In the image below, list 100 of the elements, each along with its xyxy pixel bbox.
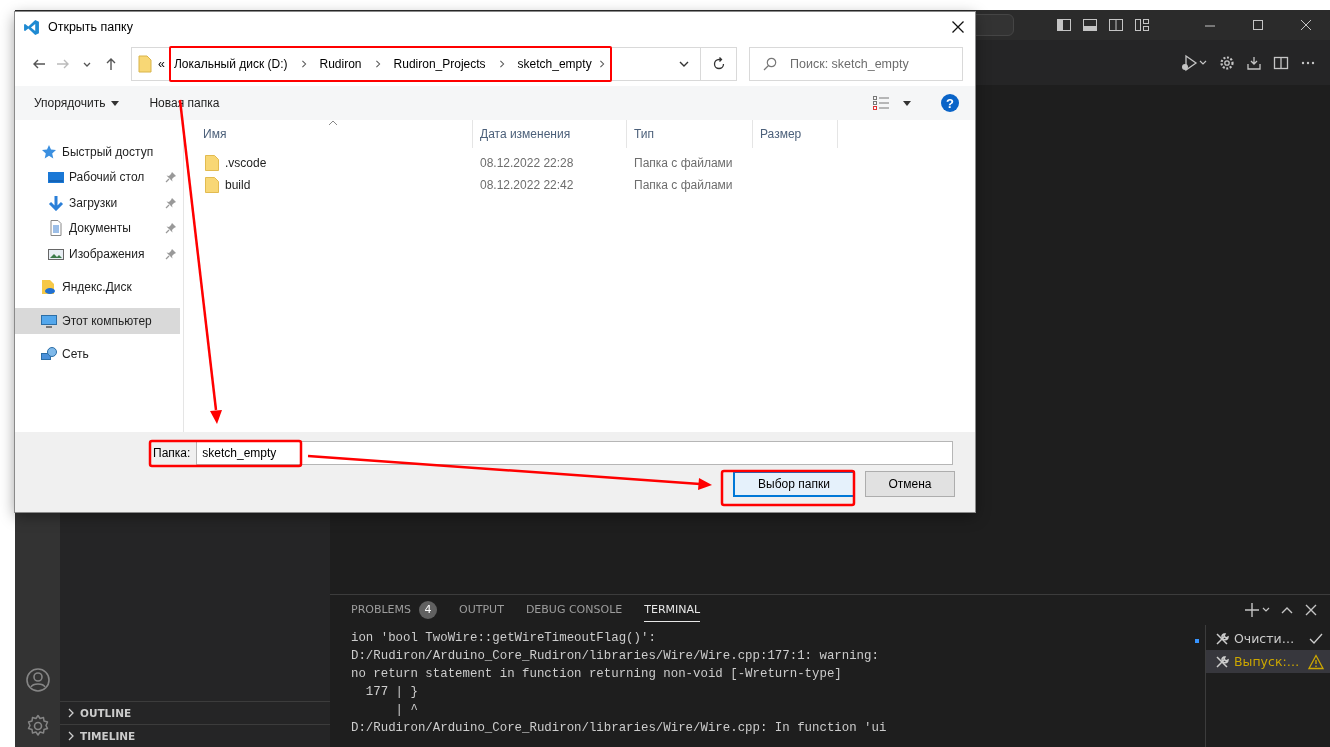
nav-item[interactable]: Сеть [15, 341, 183, 367]
close-icon[interactable] [951, 20, 965, 34]
file-name[interactable]: .vscode [184, 155, 473, 171]
tools-icon [1214, 630, 1230, 647]
computer-icon [41, 312, 57, 329]
breadcrumb-item[interactable]: Rudiron_Projects [393, 57, 486, 71]
document-icon [48, 220, 64, 237]
monitor-icon [48, 169, 64, 186]
breadcrumb-item[interactable]: sketch_empty [517, 57, 592, 71]
folder-name-field[interactable]: sketch_empty [196, 441, 954, 465]
section-header[interactable]: OUTLINE [60, 701, 330, 724]
nav-label: Этот компьютер [62, 313, 152, 328]
dialog-button[interactable]: Отмена [865, 471, 955, 497]
panel-tab[interactable]: OUTPUT [459, 598, 504, 622]
nav-item[interactable]: Этот компьютер [15, 308, 180, 334]
dialog-button[interactable]: Выбор папки [733, 471, 855, 497]
down-arrow-icon [48, 194, 64, 211]
file-name-label: .vscode [225, 156, 267, 170]
breadcrumb-item[interactable]: Локальный диск (D:) [173, 57, 288, 71]
settings-icon[interactable] [1219, 54, 1235, 71]
warning-icon [1308, 653, 1324, 670]
terminal-line: no return statement in function returning non-void [-Wreturn-type] [351, 666, 842, 683]
task-label: Выпуск:… [1234, 654, 1300, 669]
date-cell-text: 08.12.2022 22:28 [479, 156, 575, 170]
sidebar-toggle-icon[interactable] [1056, 17, 1072, 33]
tab-label: DEBUG CONSOLE [525, 603, 623, 616]
search-icon [763, 57, 777, 71]
terminal-line: ion 'bool TwoWire::getWireTimeoutFlag()': [351, 630, 656, 647]
date-cell-text: 08.12.2022 22:42 [479, 178, 575, 192]
refresh-button[interactable] [701, 47, 737, 81]
dialog-title: Открыть папку [48, 20, 133, 34]
tab-label: PROBLEMS [351, 603, 412, 616]
chevron-right-icon [373, 59, 382, 69]
nav-item[interactable]: Рабочий стол [15, 164, 183, 190]
chevron-right-icon [66, 708, 76, 718]
nav-label: Загрузки [69, 195, 118, 210]
nav-item[interactable]: Быстрый доступ [15, 139, 183, 165]
terminal-line: | ^ [394, 702, 418, 719]
network-icon [41, 346, 57, 363]
breadcrumb-overflow[interactable]: « [158, 57, 165, 71]
nav-label: Сеть [62, 347, 89, 362]
panel-tab[interactable]: DEBUG CONSOLE [525, 598, 623, 622]
maximize-icon[interactable] [1251, 18, 1265, 32]
help-button[interactable]: ? [941, 94, 959, 112]
chevron-right-icon [497, 59, 506, 69]
panel-tab[interactable]: PROBLEMS 4 [351, 598, 438, 622]
nav-item[interactable]: Загрузки [15, 190, 183, 216]
chevron-right-icon [299, 59, 308, 69]
task-item[interactable]: Выпуск:… [1206, 650, 1330, 673]
split-layout-icon[interactable] [1108, 17, 1124, 33]
caret-icon [903, 100, 911, 106]
caret-icon [111, 100, 120, 106]
app-logo-icon [23, 18, 40, 36]
folder-icon [205, 177, 219, 193]
column-header[interactable]: Имя [184, 120, 473, 148]
view-options-button[interactable] [873, 96, 911, 110]
panel-tab[interactable]: TERMINAL [644, 598, 701, 622]
tab-label: OUTPUT [459, 603, 504, 616]
nav-label: Рабочий стол [69, 170, 145, 185]
chevron-right-icon [66, 731, 76, 741]
chevron-right-icon [597, 59, 606, 69]
nav-item[interactable]: Яндекс.Диск [15, 274, 183, 300]
organize-menu-button[interactable]: Упорядочить [34, 96, 120, 110]
type-cell-text: Папка с файлами [633, 156, 734, 170]
run-debug-icon[interactable] [1180, 53, 1208, 72]
nav-label: Документы [69, 221, 131, 236]
file-name-label: build [225, 178, 251, 192]
nav-label: Яндекс.Диск [62, 280, 132, 295]
tools-icon [1214, 653, 1230, 670]
refresh-icon [711, 57, 726, 71]
layout-grid-icon[interactable] [1134, 17, 1150, 33]
file-name[interactable]: build [184, 177, 473, 193]
nav-item[interactable]: Документы [15, 215, 183, 241]
terminal-line: D:/Rudiron/Arduino_Core_Rudiron/libraries/Wire/Wire.cpp:177:1: warning: [351, 648, 879, 665]
breadcrumb-item[interactable]: Rudiron [319, 57, 362, 71]
count-badge: 4 [419, 600, 438, 619]
nav-label: Быстрый доступ [62, 144, 154, 159]
column-header[interactable]: Размер [753, 120, 838, 148]
type-cell-text: Папка с файлами [633, 178, 734, 192]
section-header[interactable]: TIMELINE [60, 724, 330, 747]
search-field[interactable]: Поиск: sketch_empty [749, 47, 963, 81]
task-item[interactable]: Очисти… [1206, 627, 1330, 650]
nav-label: Изображения [69, 246, 145, 261]
account-icon[interactable] [24, 667, 51, 693]
column-header[interactable]: Тип [627, 120, 753, 148]
new-terminal-icon[interactable] [1244, 602, 1270, 618]
column-header[interactable]: Дата изменения [473, 120, 627, 148]
terminal-line: D:/Rudiron/Arduino_Core_Rudiron/libraries/Wire/Wire.cpp: In function 'ui [351, 720, 887, 737]
terminal-line: 177 | } [364, 684, 418, 701]
cloud-folder-icon [41, 279, 57, 296]
folder-icon [205, 155, 219, 171]
panel-toggle-icon[interactable] [1082, 17, 1098, 33]
address-bar[interactable]: « Локальный диск (D:) Rudiron Rudiron_Projects sketch_empty [131, 47, 701, 81]
tab-label: TERMINAL [644, 603, 701, 616]
nav-item[interactable]: Изображения [15, 241, 183, 267]
star-icon [41, 143, 57, 160]
split-editor-icon[interactable] [1273, 54, 1289, 71]
folder-icon [138, 55, 152, 73]
field-label: Папка: [153, 446, 191, 460]
details-view-icon [873, 96, 889, 110]
